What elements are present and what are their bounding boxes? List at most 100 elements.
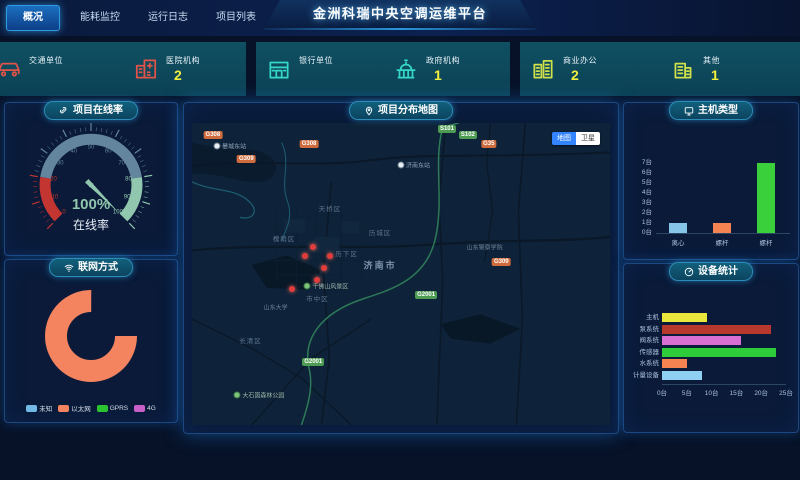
map-marker-project[interactable] [321, 265, 327, 271]
map-marker-project[interactable] [302, 253, 308, 259]
legend-label: GPRS [110, 405, 128, 412]
axis-label: 水系统 [630, 359, 659, 368]
station-dot [213, 142, 220, 149]
svg-text:0: 0 [62, 209, 66, 215]
axis-label: 7台 [630, 159, 652, 167]
legend-label: 以太网 [71, 403, 91, 413]
tab-energy-monitor[interactable]: 能耗监控 [66, 0, 134, 36]
svg-text:20: 20 [50, 177, 57, 183]
map-marker-station: 晏城东站 [213, 141, 246, 150]
axis-label: 4台 [630, 189, 652, 197]
online-rate-gauge: 0102030405060708090100100%在线率 [5, 121, 177, 253]
svg-text:100: 100 [113, 209, 124, 215]
host-type-chart: 0台1台2台3台4台5台6台7台离心螺杆螺杆 [630, 123, 794, 255]
map-marker-project[interactable] [310, 244, 316, 250]
bar [662, 348, 776, 357]
map-marker-project[interactable] [289, 286, 295, 292]
svg-text:60: 60 [105, 149, 112, 155]
legend-item[interactable]: 以太网 [58, 403, 91, 413]
hospital-icon [133, 56, 159, 82]
svg-text:40: 40 [70, 149, 77, 155]
map-marker-poi: 大石崮森林公园 [233, 390, 284, 399]
panel-title: 主机类型 [698, 102, 738, 119]
svg-text:30: 30 [57, 160, 64, 166]
stat-count [299, 67, 333, 83]
map-marker-district: 天桥区 [319, 203, 342, 213]
svg-text:50: 50 [88, 145, 95, 151]
axis-label: 25台 [776, 387, 796, 397]
building-icon [670, 56, 696, 82]
stat-item-other: 其他 1 [660, 55, 800, 83]
tab-project-list[interactable]: 项目列表 [202, 0, 270, 36]
stat-item-office: 商业办公 2 [520, 55, 660, 83]
map-marker-district: 历城区 [369, 227, 392, 237]
axis-label: 0台 [652, 387, 672, 397]
bar [662, 313, 707, 322]
stat-count: 1 [426, 67, 460, 83]
axis-label: 计量设备 [630, 371, 659, 380]
axis-label: 2台 [630, 209, 652, 217]
legend-swatch [134, 405, 145, 412]
stat-item-government: 政府机构 1 [383, 55, 510, 83]
svg-text:90: 90 [124, 194, 131, 200]
axis-label: 3台 [630, 199, 652, 207]
legend-label: 未知 [39, 403, 52, 413]
svg-text:70: 70 [118, 160, 125, 166]
stat-count: 2 [166, 67, 200, 83]
stat-count: 2 [563, 67, 597, 83]
bank-icon [266, 56, 292, 82]
monitor-icon [684, 106, 694, 116]
poi-dot [303, 283, 310, 290]
legend-label: 4G [147, 405, 156, 412]
axis-label: 离心 [656, 237, 700, 247]
panel-device-stats: 设备统计 主机泵系统阀系统传感器水系统计量设备0台5台10台15台20台25台 [623, 263, 799, 433]
map-marker-road-s: S101 [438, 125, 456, 133]
axis-label: 15台 [726, 387, 746, 397]
tab-overview[interactable]: 概况 [6, 5, 60, 31]
axis-label: 阀系统 [630, 336, 659, 345]
stat-label: 交通单位 [29, 55, 63, 66]
device-stats-chart: 主机泵系统阀系统传感器水系统计量设备0台5台10台15台20台25台 [630, 284, 794, 428]
map-marker-road-g: G308 [300, 140, 319, 148]
axis-label: 主机 [630, 313, 659, 322]
bar [662, 325, 771, 334]
map-toggle-satellite[interactable]: 卫星 [576, 132, 600, 145]
tab-run-log[interactable]: 运行日志 [134, 0, 202, 36]
bar [757, 163, 775, 233]
stat-cards-row: 交通单位 医院机构 2 银行单位 [0, 42, 800, 96]
car-icon [0, 56, 22, 82]
stat-card-1: 交通单位 医院机构 2 [0, 42, 246, 96]
map-marker-poi: 千佛山风景区 [303, 282, 348, 291]
legend-item[interactable]: GPRS [97, 403, 128, 413]
stat-label: 政府机构 [426, 55, 460, 66]
map-marker-project[interactable] [327, 253, 333, 259]
bar [669, 223, 687, 233]
axis-label: 螺杆 [700, 237, 744, 247]
station-dot [397, 162, 404, 169]
network-donut [5, 286, 177, 386]
stat-card-2: 银行单位 政府机构 1 [256, 42, 510, 96]
legend-item[interactable]: 4G [134, 403, 156, 413]
poi-dot [233, 391, 240, 398]
bar [662, 336, 741, 345]
legend-swatch [97, 405, 108, 412]
map-marker-district: 历下区 [335, 248, 358, 258]
panel-title: 项目分布地图 [378, 102, 438, 119]
map-type-toggle: 地图 卫星 [552, 132, 600, 145]
svg-text:在线率: 在线率 [73, 217, 109, 232]
axis-label: 泵系统 [630, 325, 659, 334]
panel-title: 项目在线率 [73, 102, 123, 119]
panel-online-rate-header: 项目在线率 [44, 101, 138, 120]
legend-item[interactable]: 未知 [26, 403, 52, 413]
map-marker-text: 山东大学 [264, 303, 288, 312]
x-axis-line [662, 384, 786, 385]
panel-network-header: 联网方式 [49, 258, 133, 277]
panel-host-type: 主机类型 0台1台2台3台4台5台6台7台离心螺杆螺杆 [623, 102, 799, 260]
panel-host-type-header: 主机类型 [669, 101, 753, 120]
axis-label: 螺杆 [744, 237, 788, 247]
panel-device-stats-header: 设备统计 [669, 262, 753, 281]
map-area[interactable]: G308G309G308S101S102G35G309G2001G2001晏城东… [192, 123, 610, 425]
axis-label: 5台 [677, 387, 697, 397]
axis-label: 6台 [630, 169, 652, 177]
map-toggle-map[interactable]: 地图 [552, 132, 576, 145]
